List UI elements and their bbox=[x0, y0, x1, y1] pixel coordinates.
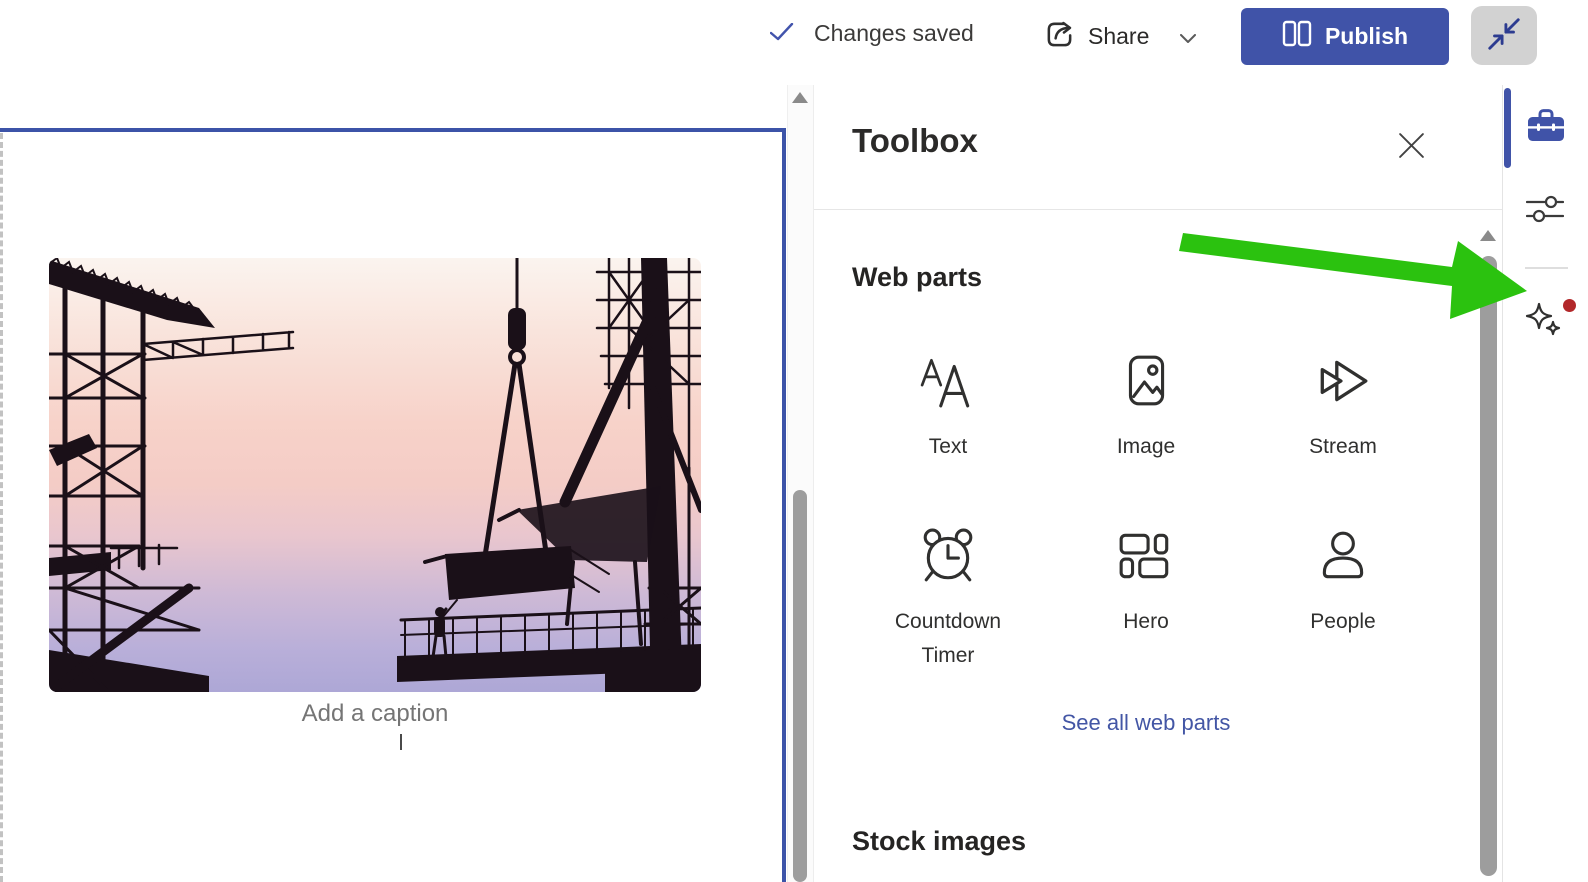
collapse-pane-button[interactable] bbox=[1471, 6, 1537, 65]
toolbox-pane-button[interactable] bbox=[1527, 107, 1565, 146]
canvas-scroll-up-arrow[interactable] bbox=[792, 92, 808, 103]
toolbox-panel-right-border bbox=[1502, 85, 1503, 882]
toolbox-header-divider bbox=[814, 209, 1502, 210]
publish-button[interactable]: Publish bbox=[1241, 8, 1449, 65]
image-icon bbox=[1071, 350, 1221, 410]
sliders-icon bbox=[1525, 195, 1565, 226]
construction-photo bbox=[49, 258, 701, 692]
web-part-label: Image bbox=[1116, 435, 1176, 458]
web-part-people[interactable]: People bbox=[1268, 525, 1418, 639]
sparkle-icon bbox=[1522, 302, 1566, 347]
close-icon bbox=[1398, 133, 1425, 162]
copilot-sparkle-button[interactable] bbox=[1522, 300, 1566, 347]
web-part-stream[interactable]: Stream bbox=[1268, 350, 1418, 464]
stock-images-heading: Stock images bbox=[852, 826, 1027, 856]
toolbox-scroll-up-arrow[interactable] bbox=[1480, 230, 1496, 241]
people-icon bbox=[1268, 525, 1418, 585]
countdown-timer-icon bbox=[873, 525, 1023, 585]
web-part-label: People bbox=[1310, 610, 1376, 633]
web-part-label: Text bbox=[928, 435, 968, 458]
web-part-label: Countdown Timer bbox=[894, 610, 1002, 667]
toolbox-title: Toolbox bbox=[852, 122, 978, 159]
toolbox-briefcase-icon bbox=[1527, 109, 1565, 146]
publish-label: Publish bbox=[1324, 23, 1409, 49]
share-icon bbox=[1044, 18, 1075, 55]
changes-saved-label: Changes saved bbox=[814, 20, 974, 46]
section-dashed-edge bbox=[0, 133, 3, 882]
toolbox-close-button[interactable] bbox=[1394, 130, 1428, 164]
toolbox-scrollbar-thumb[interactable] bbox=[1480, 256, 1497, 876]
collapse-icon bbox=[1485, 15, 1523, 56]
canvas-scrollbar-thumb[interactable] bbox=[793, 490, 807, 882]
web-part-image[interactable]: Image bbox=[1071, 350, 1221, 464]
web-part-countdown-timer[interactable]: Countdown Timer bbox=[873, 525, 1023, 673]
image-web-part[interactable] bbox=[49, 258, 701, 692]
web-part-label: Stream bbox=[1309, 435, 1377, 458]
rail-divider bbox=[1525, 267, 1568, 269]
web-parts-heading: Web parts bbox=[852, 262, 983, 292]
web-part-label: Hero bbox=[1123, 610, 1169, 633]
stream-icon bbox=[1268, 350, 1418, 410]
see-all-web-parts-link[interactable]: See all web parts bbox=[996, 710, 1296, 736]
image-caption-placeholder[interactable]: Add a caption bbox=[49, 700, 701, 728]
hero-icon bbox=[1071, 525, 1221, 585]
web-part-hero[interactable]: Hero bbox=[1071, 525, 1221, 639]
changes-saved-status: Changes saved bbox=[769, 20, 974, 47]
toolbox-panel-left-border bbox=[813, 85, 814, 882]
text-cursor bbox=[400, 734, 402, 750]
web-part-text[interactable]: Text bbox=[873, 350, 1023, 464]
page-details-pane-button[interactable] bbox=[1525, 195, 1565, 226]
sharepoint-page-editor: Changes saved Share Publish Add a captio… bbox=[0, 0, 1588, 882]
share-label: Share bbox=[1088, 23, 1150, 49]
text-icon bbox=[873, 350, 1023, 410]
active-pane-indicator bbox=[1504, 88, 1511, 168]
chevron-down-icon bbox=[1180, 23, 1197, 50]
checkmark-icon bbox=[769, 20, 794, 47]
share-button[interactable]: Share bbox=[1044, 18, 1197, 55]
book-icon bbox=[1282, 20, 1312, 53]
